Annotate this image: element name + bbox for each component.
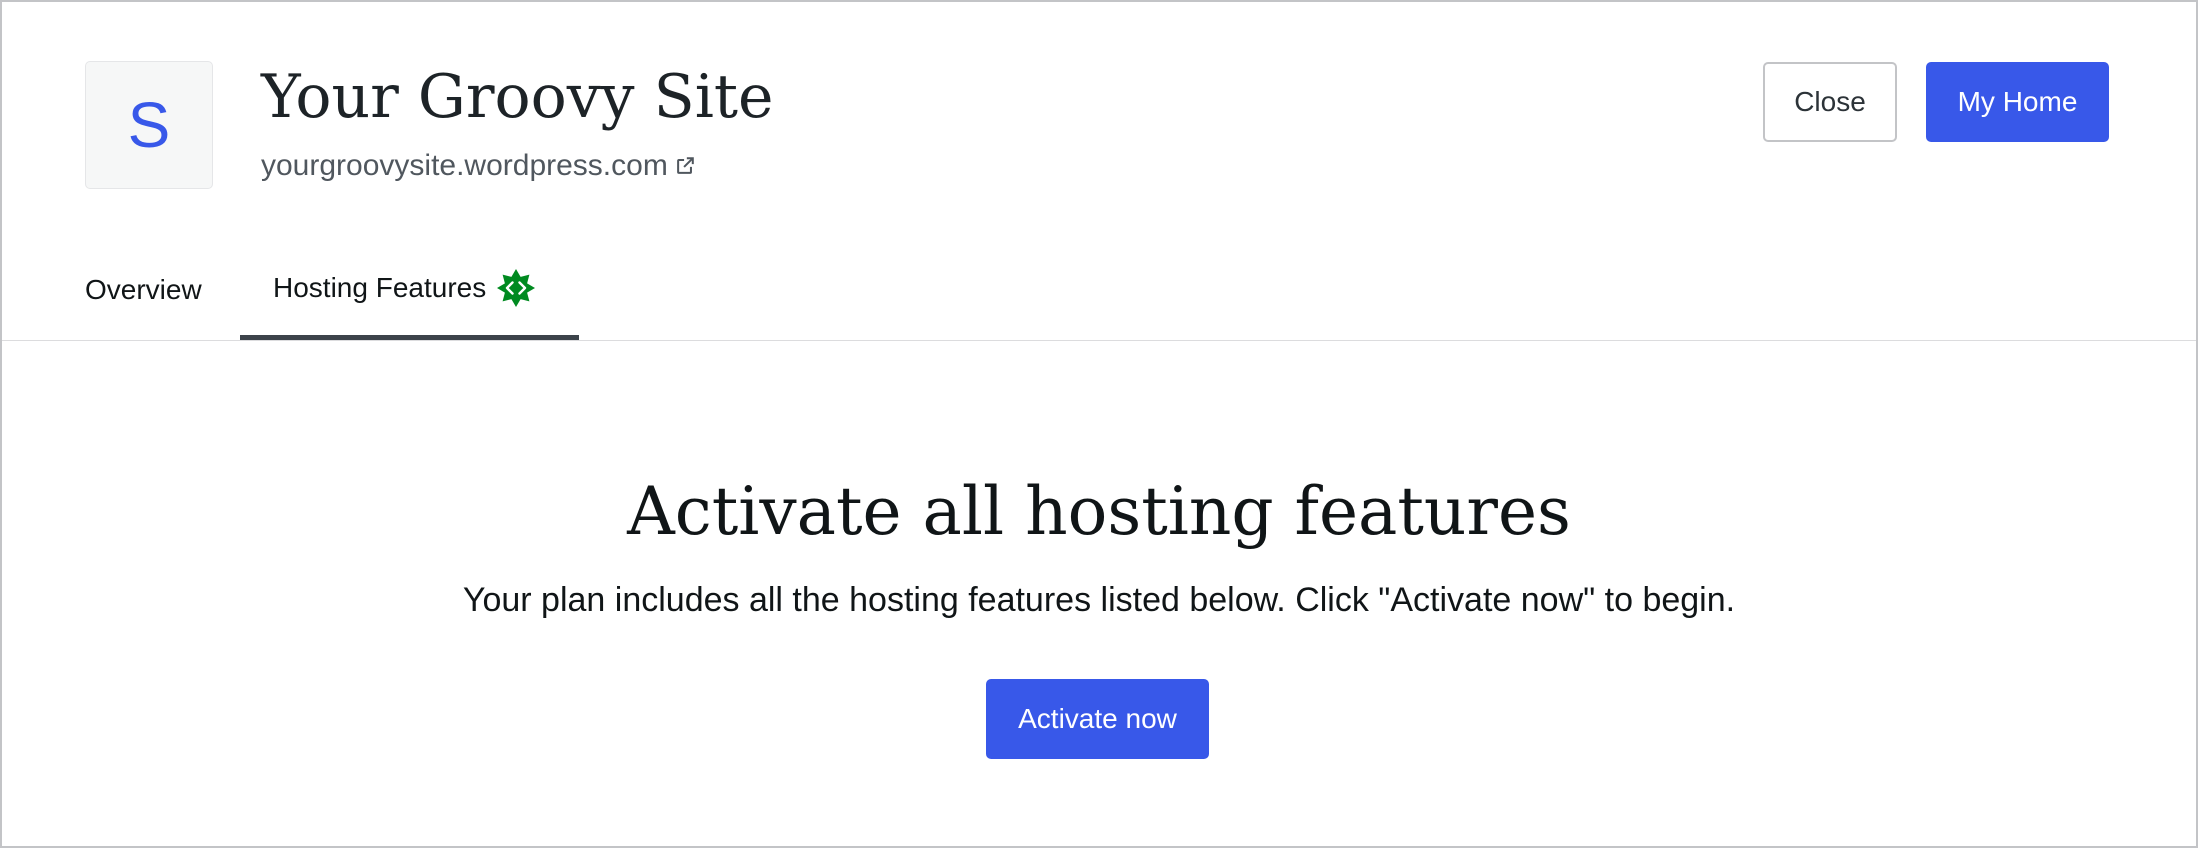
hosting-features-page: S Your Groovy Site yourgroovysite.wordpr… <box>0 0 2198 848</box>
tabs-divider <box>2 340 2196 341</box>
tab-hosting-features[interactable]: Hosting Features <box>240 240 579 340</box>
external-link-icon <box>676 157 694 174</box>
tab-overview[interactable]: Overview <box>85 240 202 340</box>
site-url-text: yourgroovysite.wordpress.com <box>261 149 668 182</box>
tab-overview-label: Overview <box>85 274 202 305</box>
activate-title: Activate all hosting features <box>627 473 1571 550</box>
tab-hosting-features-label: Hosting Features <box>273 271 487 303</box>
code-badge-icon <box>497 268 536 307</box>
close-button[interactable]: Close <box>1763 62 1897 142</box>
site-icon-letter: S <box>127 89 171 161</box>
activate-now-button[interactable]: Activate now <box>986 679 1209 759</box>
section-tabs: Overview Hosting Features <box>2 240 2196 340</box>
my-home-button[interactable]: My Home <box>1926 62 2109 142</box>
site-title: Your Groovy Site <box>261 62 774 132</box>
activate-description: Your plan includes all the hosting featu… <box>462 581 1736 619</box>
site-url-link[interactable]: yourgroovysite.wordpress.com <box>261 148 696 184</box>
site-icon: S <box>85 61 213 189</box>
